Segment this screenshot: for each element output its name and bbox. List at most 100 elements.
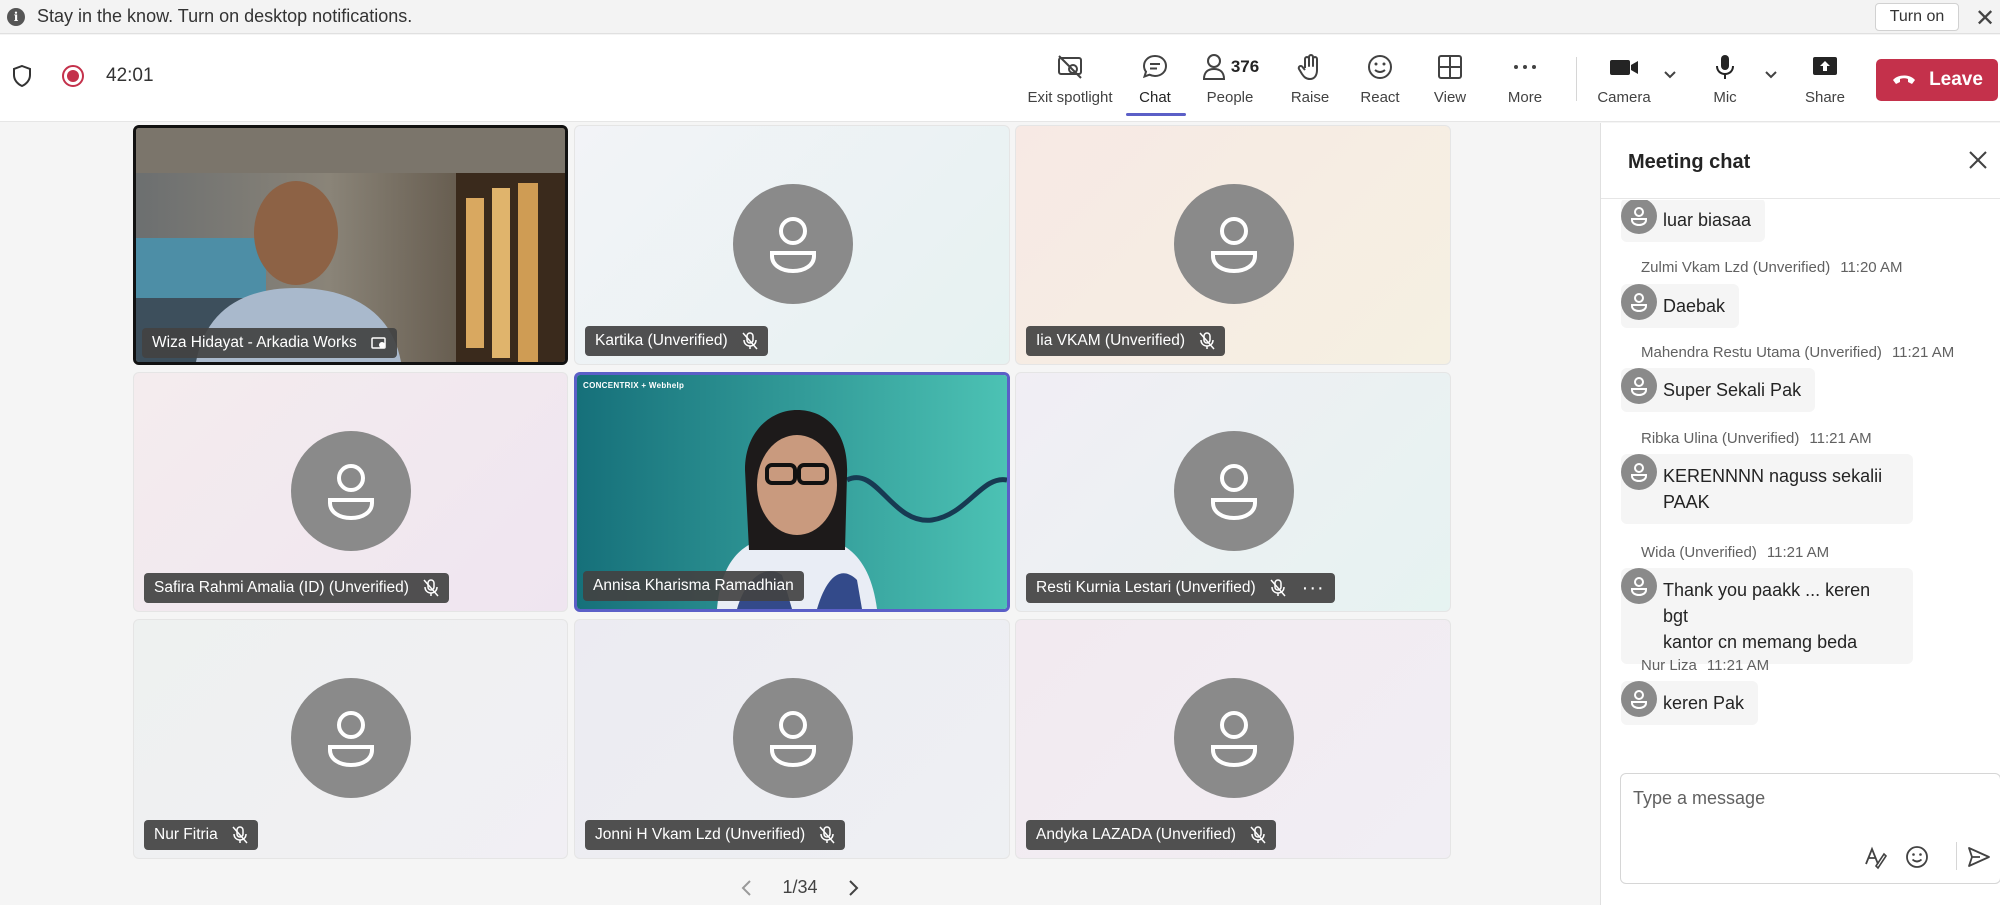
camera-label: Camera: [1597, 89, 1651, 106]
participant-nametag: Safira Rahmi Amalia (ID) (Unverified): [144, 573, 449, 603]
microphone-icon: [1716, 55, 1734, 79]
person-avatar-icon: [1174, 184, 1294, 304]
notification-message: Stay in the know. Turn on desktop notifi…: [37, 6, 413, 26]
message-text-line: kantor cn memang beda: [1663, 632, 1858, 652]
chat-message[interactable]: Thank you paakk ... keren bgt kantor cn …: [1621, 568, 1913, 664]
chat-message[interactable]: Daebak: [1621, 284, 1740, 328]
video-grid: Wiza Hidayat - Arkadia Works Kartika (Un…: [0, 123, 1600, 905]
react-button[interactable]: React: [1350, 35, 1410, 122]
message-text: Thank you paakk ... keren bgt kantor cn …: [1621, 568, 1913, 664]
send-icon[interactable]: [1966, 844, 1992, 870]
person-avatar-icon: [291, 431, 411, 551]
message-text-line: PAAK: [1663, 492, 1710, 512]
mic-button[interactable]: Mic: [1695, 35, 1755, 122]
react-label: React: [1360, 89, 1400, 106]
person-avatar-icon: [1621, 284, 1657, 320]
chat-message[interactable]: keren Pak: [1621, 681, 1759, 725]
camera-options-chevron-down-icon[interactable]: [1663, 70, 1677, 80]
meeting-toolbar: 42:01 Exit spotlight Chat 376 People Rai…: [0, 35, 2000, 122]
emoji-icon[interactable]: [1904, 844, 1930, 870]
message-sender: Wida (Unverified): [1641, 544, 1757, 561]
turn-on-notifications-button[interactable]: Turn on: [1875, 3, 1959, 31]
person-avatar-icon: [1174, 678, 1294, 798]
format-text-icon[interactable]: [1862, 844, 1888, 870]
people-button[interactable]: 376 People: [1195, 35, 1265, 122]
chat-message[interactable]: KERENNNN naguss sekalii PAAK: [1621, 454, 1913, 524]
participant-nametag: Kartika (Unverified): [585, 326, 768, 356]
mic-options-chevron-down-icon[interactable]: [1764, 70, 1778, 80]
participant-nametag: Andyka LAZADA (Unverified): [1026, 820, 1276, 850]
mic-off-icon: [423, 579, 439, 597]
person-avatar-icon: [1621, 368, 1657, 404]
participant-tile[interactable]: Andyka LAZADA (Unverified): [1015, 619, 1451, 859]
message-sender: Ribka Ulina (Unverified): [1641, 430, 1800, 447]
participant-tile[interactable]: Kartika (Unverified): [574, 125, 1010, 365]
chat-icon: [1142, 54, 1168, 79]
close-icon[interactable]: ✕: [1975, 4, 1995, 33]
participant-tile[interactable]: Resti Kurnia Lestari (Unverified) ···: [1015, 372, 1451, 612]
message-time: 11:21 AM: [1809, 430, 1872, 447]
camera-icon: [1610, 60, 1638, 75]
chevron-left-icon[interactable]: [740, 879, 754, 897]
smiley-icon: [1368, 55, 1392, 79]
screen-share-icon: [370, 335, 387, 351]
brand-overlay: CONCENTRIX + Webhelp: [583, 381, 685, 390]
people-label: People: [1206, 89, 1254, 106]
person-avatar-icon: [733, 678, 853, 798]
person-avatar-icon: [291, 678, 411, 798]
chat-message[interactable]: Super Sekali Pak: [1621, 368, 1816, 412]
chat-message[interactable]: luar biasaa: [1621, 200, 1766, 242]
chat-header: Meeting chat: [1601, 123, 2000, 199]
raise-hand-button[interactable]: Raise: [1280, 35, 1340, 122]
participant-video: [136, 128, 565, 362]
more-icon: [1514, 65, 1536, 69]
mic-label: Mic: [1713, 89, 1737, 106]
chat-button[interactable]: Chat: [1125, 35, 1185, 122]
participant-tile[interactable]: CONCENTRIX + Webhelp Annisa Kharisma Ram…: [574, 372, 1010, 612]
people-count: 376: [1230, 57, 1260, 76]
camera-button[interactable]: Camera: [1594, 35, 1654, 122]
leave-label: Leave: [1929, 69, 1983, 90]
participant-name: Wiza Hidayat - Arkadia Works: [152, 334, 357, 351]
meeting-chat-panel: Meeting chat luar biasaa Zulmi Vkam Lzd …: [1600, 123, 2000, 905]
phone-hangup-icon: [1893, 75, 1916, 84]
message-time: 11:21 AM: [1891, 344, 1955, 361]
mic-off-icon: [742, 332, 758, 350]
leave-button[interactable]: Leave: [1876, 59, 1998, 101]
participant-nametag: Annisa Kharisma Ramadhian: [583, 571, 804, 601]
chevron-right-icon[interactable]: [846, 879, 860, 897]
participant-name: Kartika (Unverified): [595, 332, 728, 349]
person-avatar-icon: [1621, 568, 1657, 604]
participant-name: Jonni H Vkam Lzd (Unverified): [595, 826, 806, 843]
participant-name: Andyka LAZADA (Unverified): [1036, 826, 1236, 843]
share-button[interactable]: Share: [1795, 35, 1855, 122]
participant-nametag[interactable]: Resti Kurnia Lestari (Unverified) ···: [1026, 573, 1335, 603]
people-icon: [1202, 54, 1225, 80]
exit-spotlight-button[interactable]: Exit spotlight: [1020, 35, 1120, 122]
participant-tile[interactable]: Iia VKAM (Unverified): [1015, 125, 1451, 365]
message-input[interactable]: [1633, 788, 1983, 809]
chat-message-list[interactable]: luar biasaa Zulmi Vkam Lzd (Unverified) 1…: [1601, 200, 2000, 770]
more-button[interactable]: More: [1495, 35, 1555, 122]
mic-off-icon: [232, 826, 248, 844]
notification-bar: i Stay in the know. Turn on desktop noti…: [0, 0, 2000, 34]
message-meta: Wida (Unverified) 11:21 AM: [1641, 544, 1829, 561]
chat-active-indicator: [1126, 113, 1186, 116]
close-icon[interactable]: [1967, 149, 1989, 171]
more-options-icon[interactable]: ···: [1302, 578, 1325, 598]
participant-tile[interactable]: Jonni H Vkam Lzd (Unverified): [574, 619, 1010, 859]
recording-icon: [62, 65, 84, 87]
message-meta: Ribka Ulina (Unverified) 11:21 AM: [1641, 430, 1872, 447]
participant-tile[interactable]: Wiza Hidayat - Arkadia Works: [133, 125, 568, 365]
message-text-line: KERENNNN naguss sekalii: [1663, 466, 1883, 486]
info-icon: i: [7, 7, 25, 26]
participant-nametag: Wiza Hidayat - Arkadia Works: [142, 328, 397, 358]
message-meta: Mahendra Restu Utama (Unverified) 11:21 A…: [1641, 344, 1954, 361]
shield-icon[interactable]: [12, 65, 32, 87]
view-button[interactable]: View: [1420, 35, 1480, 122]
participant-tile[interactable]: Safira Rahmi Amalia (ID) (Unverified): [133, 372, 568, 612]
participant-tile[interactable]: Nur Fitria: [133, 619, 568, 859]
person-avatar-icon: [733, 184, 853, 304]
message-meta: Zulmi Vkam Lzd (Unverified) 11:20 AM: [1641, 259, 1902, 276]
message-time: 11:21 AM: [1766, 544, 1830, 561]
